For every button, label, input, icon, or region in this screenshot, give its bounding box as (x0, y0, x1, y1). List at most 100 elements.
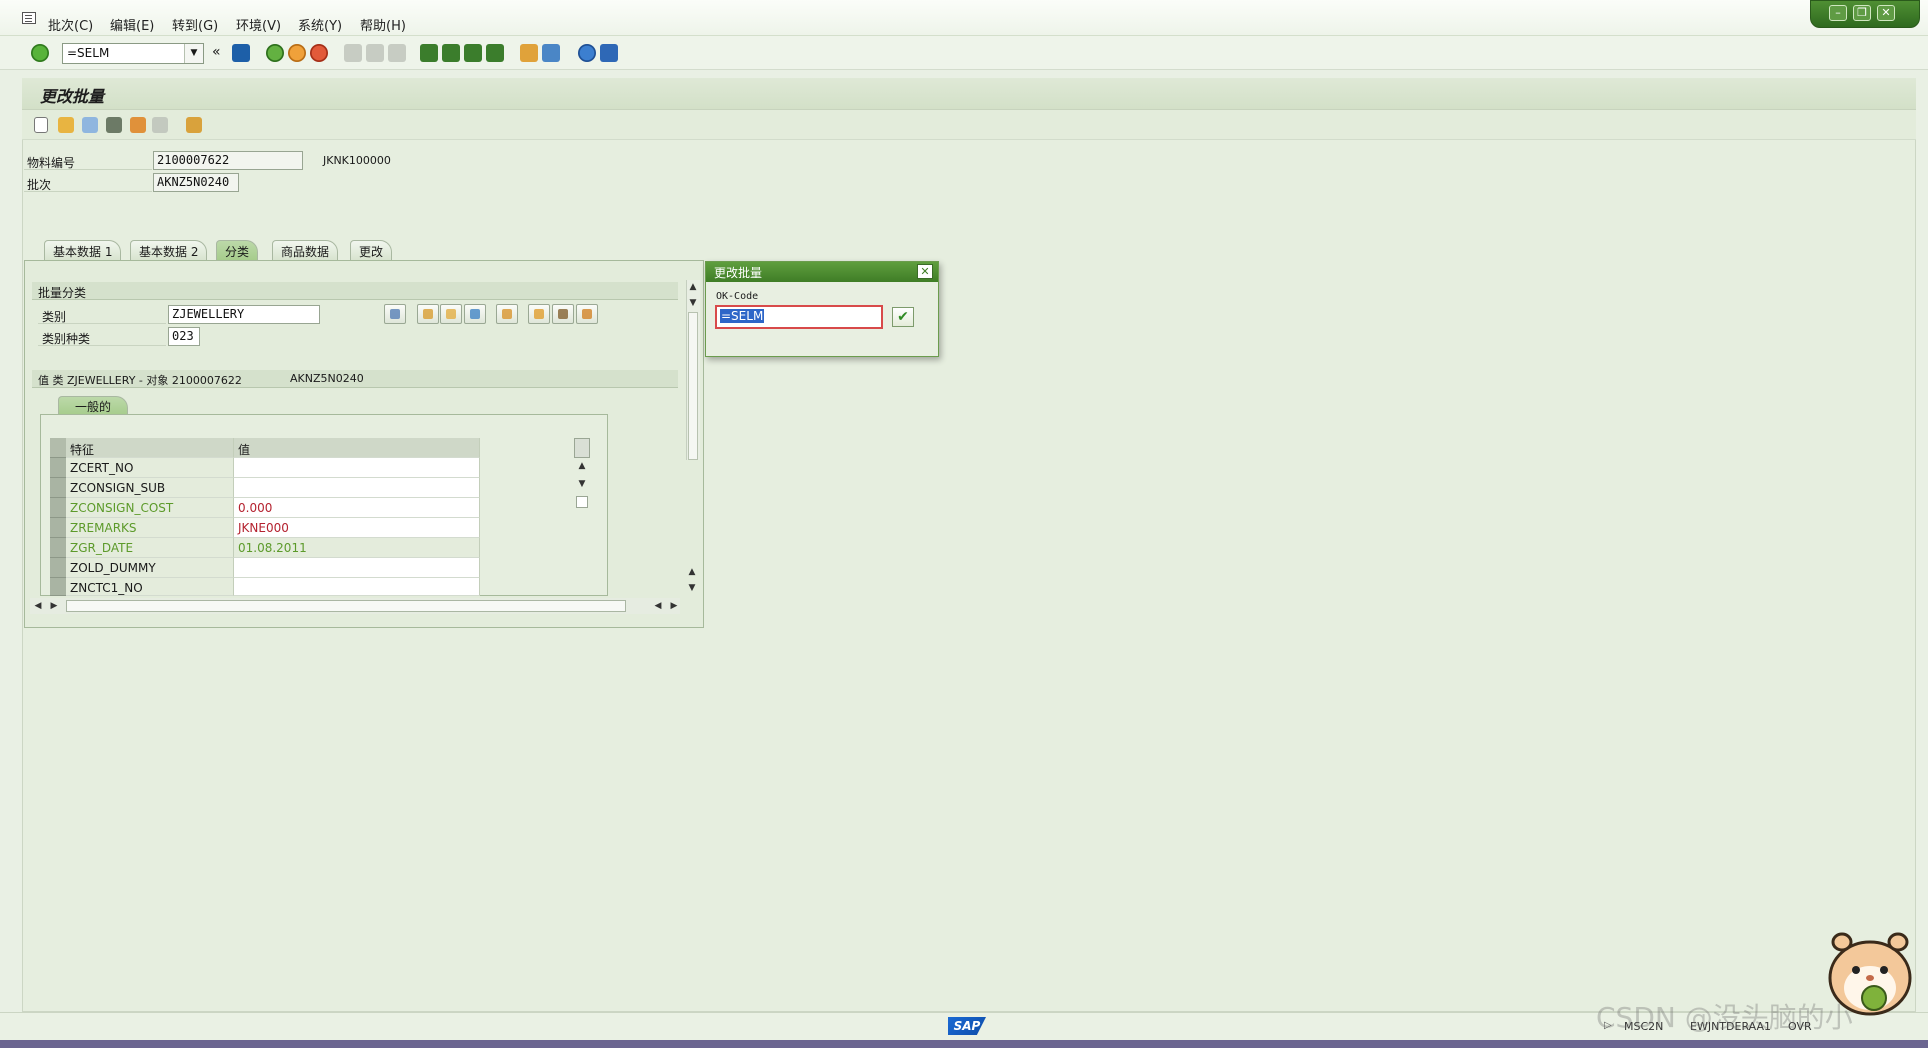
column-header-value[interactable]: 值 (234, 438, 480, 458)
table-row-value[interactable] (234, 478, 480, 498)
menu-system[interactable]: 系统(Y) (298, 15, 342, 34)
menu-bar (0, 0, 1928, 36)
row-selector[interactable] (50, 578, 66, 596)
table-scroll-down-icon[interactable]: ▼ (576, 478, 588, 490)
values-section-header: 值 类 ZJEWELLERY - 对象 2100007622 AKNZ5N024… (32, 370, 678, 388)
delete-class-icon[interactable] (384, 304, 406, 324)
table-scroll-up-icon[interactable]: ▲ (576, 460, 588, 472)
scroll-thumb[interactable] (688, 312, 698, 460)
confirm-check-icon[interactable]: ✔ (892, 307, 914, 327)
watermark: CSDN @没头脑的小 (1596, 1001, 1853, 1034)
create-icon[interactable] (34, 117, 48, 133)
help-icon[interactable] (578, 44, 596, 62)
change-pencil-icon[interactable] (82, 117, 98, 133)
collapse-chevron-icon[interactable]: « (212, 44, 221, 60)
scroll-right-end-icon[interactable]: ▶ (668, 600, 680, 612)
table-row-feature: ZCERT_NO (66, 458, 234, 478)
class-copy-icon[interactable] (496, 304, 518, 324)
taskbar-strip (0, 1040, 1928, 1048)
tab-classification[interactable]: 分类 (216, 240, 259, 260)
row-selector[interactable] (50, 498, 66, 518)
menu-edit[interactable]: 编辑(E) (110, 15, 154, 34)
command-dropdown-icon[interactable]: ▼ (184, 44, 203, 63)
layout-menu-icon[interactable] (600, 44, 618, 62)
save-icon[interactable] (232, 44, 250, 62)
row-selector[interactable] (50, 558, 66, 578)
class-table-icon[interactable] (552, 304, 574, 324)
title-bar (22, 78, 1916, 110)
close-window-icon[interactable]: ✕ (1877, 5, 1895, 21)
menu-toggle-icon[interactable] (22, 12, 36, 24)
class-edit-icon[interactable] (417, 304, 439, 324)
tab-changes[interactable]: 更改 (350, 240, 393, 260)
class-check-icon[interactable] (464, 304, 486, 324)
panel-scroll-down-icon[interactable]: ▼ (686, 582, 698, 594)
enter-check-icon[interactable] (31, 44, 49, 62)
back-icon[interactable] (266, 44, 284, 62)
class-lock-icon[interactable] (440, 304, 462, 324)
row-selector[interactable] (50, 518, 66, 538)
application-toolbar (22, 110, 1916, 140)
delete-batch-icon[interactable] (152, 117, 168, 133)
scroll-down-icon[interactable]: ▼ (687, 297, 699, 309)
page-title: 更改批量 (40, 87, 105, 106)
batch-class-section-header: 批量分类 (32, 282, 678, 300)
okcode-input[interactable]: =SELM (715, 305, 883, 329)
batch-field[interactable]: AKNZ5N0240 (153, 173, 239, 192)
menu-help[interactable]: 帮助(H) (360, 15, 406, 34)
scroll-right-icon[interactable]: ▶ (48, 600, 60, 612)
menu-batch[interactable]: 批次(C) (48, 15, 93, 34)
menu-environment[interactable]: 环境(V) (236, 15, 281, 34)
other-batch-icon[interactable] (130, 117, 146, 133)
dialog-close-icon[interactable]: ✕ (917, 264, 933, 279)
table-row-value[interactable] (234, 578, 480, 596)
table-row-value[interactable] (234, 458, 480, 478)
previous-page-icon[interactable] (442, 44, 460, 62)
class-field[interactable]: ZJEWELLERY (168, 305, 320, 324)
class-compare-icon[interactable] (576, 304, 598, 324)
row-selector[interactable] (50, 478, 66, 498)
scroll-left-end-icon[interactable]: ◀ (652, 600, 664, 612)
tab-material-data[interactable]: 商品数据 (272, 240, 339, 260)
table-row-value[interactable] (234, 558, 480, 578)
table-settings-icon[interactable] (574, 438, 590, 458)
table-row-value[interactable]: JKNE000 (234, 518, 480, 538)
restore-icon[interactable]: ❐ (1853, 5, 1871, 21)
row-selector[interactable] (50, 538, 66, 558)
table-row-feature: ZOLD_DUMMY (66, 558, 234, 578)
scroll-left-icon[interactable]: ◀ (32, 600, 44, 612)
display-change-icon[interactable] (106, 117, 122, 133)
last-page-icon[interactable] (486, 44, 504, 62)
find-icon[interactable] (366, 44, 384, 62)
class-grid-icon[interactable] (528, 304, 550, 324)
print-icon[interactable] (344, 44, 362, 62)
table-scroll-thumb[interactable] (576, 496, 588, 508)
table-row-value[interactable]: 0.000 (234, 498, 480, 518)
row-selector[interactable] (50, 458, 66, 478)
find-next-icon[interactable] (388, 44, 406, 62)
menu-goto[interactable]: 转到(G) (172, 15, 218, 34)
horizontal-scroll-thumb[interactable] (66, 600, 626, 612)
first-page-icon[interactable] (420, 44, 438, 62)
material-field[interactable]: 2100007622 (153, 151, 303, 170)
okcode-value: =SELM (720, 309, 765, 323)
tab-basic-data-2[interactable]: 基本数据 2 (130, 240, 208, 260)
cancel-icon[interactable] (310, 44, 328, 62)
class-type-label: 类别种类 (42, 332, 91, 346)
next-page-icon[interactable] (464, 44, 482, 62)
exit-icon[interactable] (288, 44, 306, 62)
column-header-feature[interactable]: 特征 (66, 438, 234, 458)
material-description: JKNK100000 (323, 154, 391, 167)
command-field[interactable]: =SELM (62, 43, 204, 64)
panel-scroll-up-icon[interactable]: ▲ (686, 566, 698, 578)
copy-icon[interactable] (58, 117, 74, 133)
batch-where-used-icon[interactable] (186, 117, 202, 133)
select-all-cell[interactable] (50, 438, 66, 458)
subtab-general[interactable]: 一般的 (58, 396, 129, 415)
shortcut-icon[interactable] (542, 44, 560, 62)
tab-basic-data-1[interactable]: 基本数据 1 (44, 240, 122, 260)
new-session-icon[interactable] (520, 44, 538, 62)
minimize-icon[interactable]: – (1829, 5, 1847, 21)
scroll-up-icon[interactable]: ▲ (687, 281, 699, 293)
class-type-field[interactable]: 023 (168, 327, 200, 346)
